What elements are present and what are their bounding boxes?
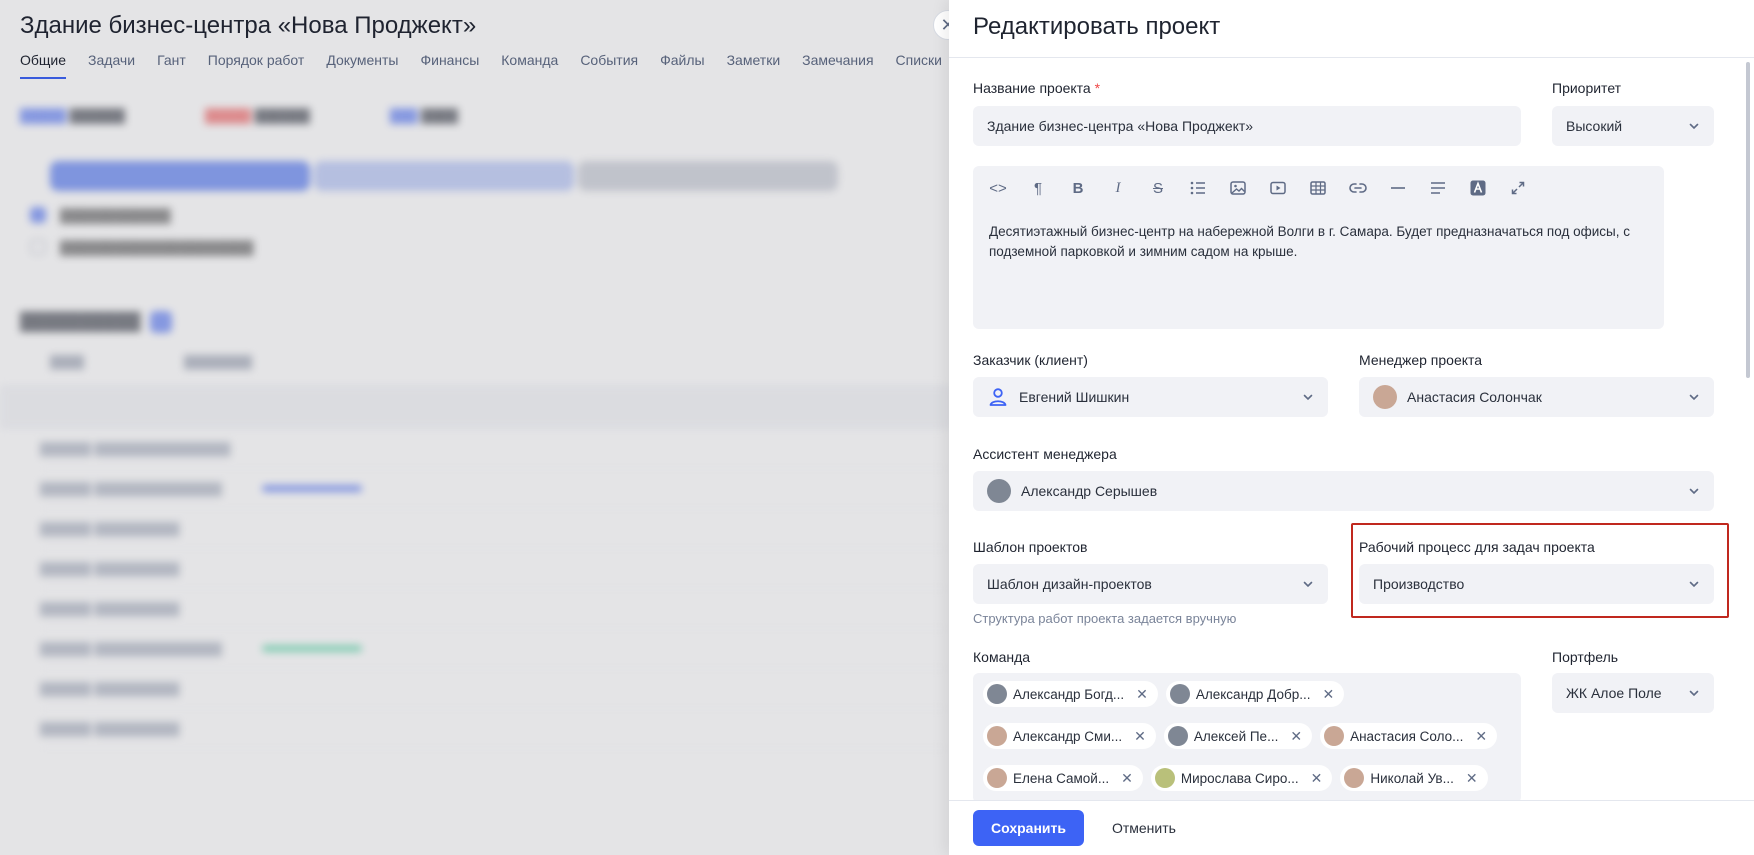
remove-icon[interactable]: ✕ (1290, 728, 1302, 745)
save-button[interactable]: Сохранить (973, 810, 1084, 846)
portfolio-select[interactable]: ЖК Алое Поле (1552, 673, 1714, 713)
horizontal-rule-icon[interactable] (1389, 179, 1407, 197)
avatar (1344, 768, 1365, 788)
avatar (987, 726, 1007, 746)
team-multiselect[interactable]: Александр Богд... ✕ Александр Добр... ✕ Ал… (973, 673, 1521, 803)
paragraph-icon[interactable]: ¶ (1029, 179, 1047, 197)
cancel-button[interactable]: Отменить (1112, 820, 1176, 836)
description-editor[interactable]: <> ¶ B I S Десятиэтажный бизнес-центр на… (973, 166, 1664, 329)
edit-project-drawer: Редактировать проект Название проекта * … (949, 0, 1754, 855)
bullet-list-icon[interactable] (1189, 179, 1207, 197)
avatar (1167, 726, 1188, 746)
strikethrough-icon[interactable]: S (1149, 179, 1167, 197)
fullscreen-icon[interactable] (1509, 179, 1527, 197)
video-icon[interactable] (1269, 179, 1287, 197)
avatar (1154, 768, 1175, 788)
portfolio-label: Портфель (1552, 649, 1619, 665)
team-member-chip: Александр Богд... ✕ (983, 681, 1158, 707)
chevron-down-icon (1689, 488, 1699, 495)
avatar (1373, 385, 1397, 409)
chevron-down-icon (1303, 581, 1313, 588)
avatar (987, 768, 1007, 788)
image-icon[interactable] (1229, 179, 1247, 197)
chevron-down-icon (1689, 690, 1699, 697)
link-icon[interactable] (1349, 179, 1367, 197)
customer-select[interactable]: Евгений Шишкин (973, 377, 1328, 417)
drawer-title: Редактировать проект (973, 13, 1221, 40)
highlight-frame (1351, 523, 1729, 618)
template-hint: Структура работ проекта задается вручную (973, 611, 1237, 626)
template-label: Шаблон проектов (973, 539, 1088, 555)
table-icon[interactable] (1309, 179, 1327, 197)
chevron-down-icon (1689, 394, 1699, 401)
remove-icon[interactable]: ✕ (1134, 728, 1146, 745)
bold-icon[interactable]: B (1069, 179, 1087, 197)
team-member-chip: Мирослава Сиро... ✕ (1150, 765, 1333, 791)
drawer-scrollbar[interactable] (1746, 62, 1750, 378)
editor-toolbar: <> ¶ B I S (973, 166, 1664, 210)
project-name-label: Название проекта * (973, 80, 1101, 96)
team-member-chip: Николай Ув... ✕ (1340, 765, 1488, 791)
code-icon[interactable]: <> (989, 179, 1007, 197)
avatar (987, 479, 1011, 503)
italic-icon[interactable]: I (1109, 179, 1127, 197)
priority-label: Приоритет (1552, 80, 1622, 96)
avatar (1169, 684, 1190, 704)
remove-icon[interactable]: ✕ (1121, 770, 1133, 787)
priority-select[interactable]: Высокий (1552, 106, 1714, 146)
team-label: Команда (973, 649, 1031, 665)
text-color-icon[interactable] (1469, 179, 1487, 197)
team-member-chip: Елена Самой... ✕ (983, 765, 1143, 791)
chevron-down-icon (1689, 123, 1699, 130)
remove-icon[interactable]: ✕ (1322, 686, 1334, 703)
avatar (1324, 726, 1345, 746)
assistant-label: Ассистент менеджера (973, 446, 1117, 462)
description-text[interactable]: Десятиэтажный бизнес-центр на набережной… (973, 210, 1664, 274)
remove-icon[interactable]: ✕ (1466, 770, 1478, 787)
assistant-select[interactable]: Александр Серышев (973, 471, 1714, 511)
team-member-chip: Анастасия Соло... ✕ (1320, 723, 1498, 749)
customer-label: Заказчик (клиент) (973, 352, 1088, 368)
required-mark: * (1094, 80, 1101, 96)
remove-icon[interactable]: ✕ (1475, 728, 1487, 745)
project-name-input[interactable]: Здание бизнес-центра «Нова Проджект» (973, 106, 1521, 146)
avatar (987, 684, 1007, 704)
align-icon[interactable] (1429, 179, 1447, 197)
team-member-chip: Александр Сми... ✕ (983, 723, 1156, 749)
manager-select[interactable]: Анастасия Солончак (1359, 377, 1714, 417)
drawer-footer: Сохранить Отменить (949, 800, 1754, 855)
team-member-chip: Александр Добр... ✕ (1165, 681, 1345, 707)
remove-icon[interactable]: ✕ (1136, 686, 1148, 703)
team-member-chip: Алексей Пе... ✕ (1163, 723, 1313, 749)
person-icon (989, 388, 1007, 406)
manager-label: Менеджер проекта (1359, 352, 1483, 368)
remove-icon[interactable]: ✕ (1311, 770, 1323, 787)
chevron-down-icon (1303, 394, 1313, 401)
template-select[interactable]: Шаблон дизайн-проектов (973, 564, 1328, 604)
